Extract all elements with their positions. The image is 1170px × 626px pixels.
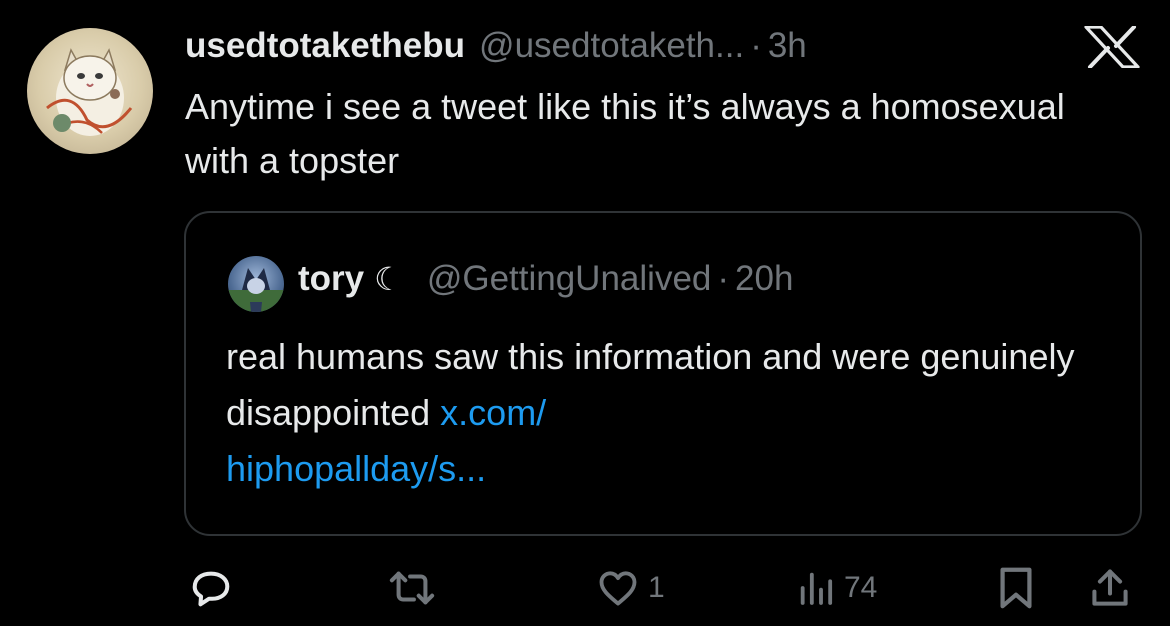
tweet-header: usedtotakethebu @usedtotaketh... · 3h — [185, 26, 807, 68]
views-count: 74 — [844, 571, 878, 604]
x-logo-icon — [1083, 25, 1141, 69]
author-handle[interactable]: @usedtotaketh... — [479, 26, 744, 66]
quoted-author-display-name[interactable]: tory — [298, 259, 364, 299]
retweet-button[interactable] — [386, 560, 438, 616]
share-icon — [1088, 565, 1132, 611]
quoted-author-avatar[interactable] — [228, 256, 284, 312]
quoted-tweet-timestamp[interactable]: 20h — [735, 259, 793, 299]
views-button[interactable]: 74 — [796, 560, 877, 616]
moon-emoji: ☾ — [374, 261, 403, 297]
reply-icon — [188, 565, 234, 611]
quoted-header-separator: · — [717, 259, 730, 298]
bookmark-icon — [996, 565, 1036, 611]
author-avatar[interactable] — [27, 28, 153, 154]
quoted-tweet-header: tory ☾ @GettingUnalived · 20h — [298, 259, 793, 299]
header-separator: · — [750, 26, 762, 65]
like-button[interactable]: 1 — [596, 560, 665, 616]
author-display-name[interactable]: usedtotakethebu — [185, 26, 465, 66]
quoted-tweet-body: real humans saw this information and wer… — [226, 336, 1075, 433]
tweet-text: Anytime i see a tweet like this it’s alw… — [185, 86, 1065, 181]
bookmark-button[interactable] — [996, 560, 1036, 616]
retweet-icon — [386, 565, 438, 611]
like-icon — [596, 566, 640, 610]
views-icon — [796, 568, 836, 608]
share-button[interactable] — [1088, 560, 1132, 616]
reply-button[interactable] — [188, 560, 234, 616]
quoted-tweet-card[interactable]: tory ☾ @GettingUnalived · 20h real human… — [184, 211, 1142, 536]
tweet-timestamp[interactable]: 3h — [768, 26, 807, 66]
like-count: 1 — [648, 571, 665, 604]
quoted-tweet-text: real humans saw this information and wer… — [226, 329, 1116, 497]
quoted-author-handle[interactable]: @GettingUnalived — [427, 259, 712, 299]
action-bar: 1 74 — [0, 560, 1170, 616]
